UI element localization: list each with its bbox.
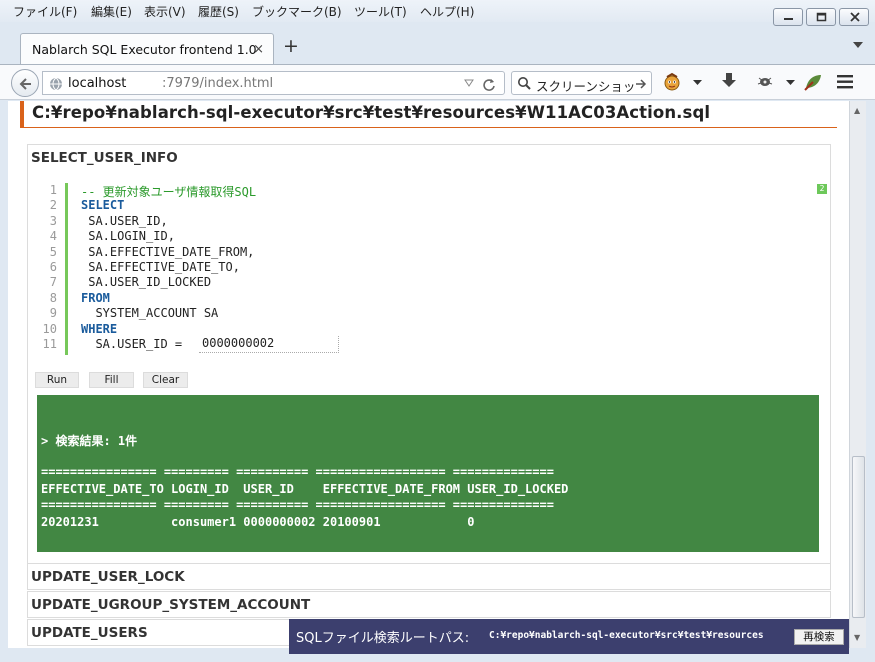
url-host: localhost: [68, 76, 127, 91]
statement-title[interactable]: UPDATE_USERS: [31, 625, 148, 641]
user-id-param-input[interactable]: 0000000002: [199, 336, 339, 353]
addon-dropdown-icon[interactable]: [693, 80, 702, 86]
code-text: SA.USER_ID_LOCKED: [81, 275, 212, 290]
statement-panel-update-ugroup-system-account[interactable]: UPDATE_UGROUP_SYSTEM_ACCOUNT: [27, 591, 831, 618]
clear-button[interactable]: Clear: [143, 372, 188, 388]
code-line: 11 SA.USER_ID = 0000000002: [38, 336, 818, 353]
line-number: 9: [49, 306, 57, 321]
code-line: 6 SA.EFFECTIVE_DATE_TO,: [38, 260, 818, 275]
tab-list-chevron-icon[interactable]: [853, 42, 863, 48]
code-line: 8 FROM: [38, 291, 818, 306]
scroll-down-arrow-icon[interactable]: ▼: [854, 633, 860, 642]
line-number: 8: [49, 290, 57, 305]
search-go-icon[interactable]: [635, 78, 647, 90]
fill-button[interactable]: Fill: [89, 372, 134, 388]
result-header-row: EFFECTIVE_DATE_TO LOGIN_ID USER_ID EFFEC…: [41, 482, 569, 496]
new-tab-button[interactable]: +: [283, 37, 299, 56]
code-text: SA.USER_ID =: [81, 337, 190, 351]
code-line: 9 SYSTEM_ACCOUNT SA: [38, 306, 818, 321]
sql-editor[interactable]: 1 -- 更新対象ユーザ情報取得SQL 2 SELECT 3 SA.USER_ID, 4 …: [38, 183, 828, 357]
reload-icon[interactable]: [482, 77, 496, 91]
code-text: FROM: [81, 290, 110, 305]
close-icon: [850, 12, 860, 22]
address-bar[interactable]: localhost :7979/index.html: [42, 71, 505, 95]
scroll-up-arrow-icon[interactable]: ▲: [854, 106, 860, 115]
tab-title: Nablarch SQL Executor frontend 1.0: [32, 42, 257, 57]
code-text: SELECT: [81, 198, 125, 213]
tab-sql-executor[interactable]: Nablarch SQL Executor frontend 1.0 ×: [20, 33, 274, 65]
file-header: C:¥repo¥nablarch-sql-executor¥src¥test¥r…: [20, 101, 837, 128]
result-summary: > 検索結果: 1件: [41, 434, 138, 448]
code-line: 3 SA.USER_ID,: [38, 214, 818, 229]
line-number: 4: [49, 229, 57, 244]
menu-edit[interactable]: 編集(E): [91, 3, 132, 20]
menu-bar: ファイル(F) 編集(E) 表示(V) 履歴(S) ブックマーク(B) ツール(…: [0, 0, 875, 22]
download-icon[interactable]: [721, 72, 737, 90]
line-number: 5: [49, 244, 57, 259]
research-button[interactable]: 再検索: [794, 629, 844, 645]
line-number: 6: [49, 260, 57, 274]
menu-history[interactable]: 履歴(S): [198, 3, 239, 20]
firebug-icon[interactable]: [756, 72, 774, 90]
search-root-path[interactable]: C:¥repo¥nablarch-sql-executor¥src¥test¥r…: [489, 630, 764, 641]
scrollbar-thumb[interactable]: [852, 456, 865, 618]
code-text: SA.LOGIN_ID,: [81, 229, 175, 244]
search-box[interactable]: スクリーンショッ: [511, 71, 652, 95]
maximize-icon: [816, 12, 827, 22]
code-line: 7 SA.USER_ID_LOCKED: [38, 275, 818, 290]
tab-strip: Nablarch SQL Executor frontend 1.0 × +: [0, 22, 875, 65]
code-line: 4 SA.LOGIN_ID,: [38, 229, 818, 244]
back-button[interactable]: [11, 69, 39, 97]
statement-title[interactable]: UPDATE_USER_LOCK: [31, 569, 185, 585]
url-dropdown-icon[interactable]: [464, 79, 474, 87]
line-number: 2: [49, 198, 57, 213]
line-number: 1: [49, 183, 57, 197]
line-number: 3: [49, 213, 57, 228]
code-text: SA.EFFECTIVE_DATE_FROM,: [81, 244, 255, 259]
page-viewport: C:¥repo¥nablarch-sql-executor¥src¥test¥r…: [8, 101, 849, 648]
code-line: 5 SA.EFFECTIVE_DATE_FROM,: [38, 245, 818, 260]
statement-panel-select-user-info: SELECT_USER_INFO 1 -- 更新対象ユーザ情報取得SQL 2 SELE…: [27, 144, 831, 564]
url-path: :7979/index.html: [162, 76, 274, 91]
param-count-badge: 2: [817, 184, 827, 194]
footer-label: SQLファイル検索ルートパス:: [296, 631, 470, 646]
line-number: 10: [42, 321, 57, 336]
statement-title[interactable]: UPDATE_UGROUP_SYSTEM_ACCOUNT: [31, 597, 310, 613]
line-number: 11: [42, 337, 57, 351]
search-icon: [518, 77, 531, 90]
code-text: WHERE: [81, 321, 118, 336]
code-text: SA.USER_ID,: [81, 213, 168, 228]
hamburger-menu-icon[interactable]: [837, 75, 853, 89]
statement-panel-update-user-lock[interactable]: UPDATE_USER_LOCK: [27, 563, 831, 590]
file-title: C:¥repo¥nablarch-sql-executor¥src¥test¥r…: [32, 103, 711, 122]
menu-file[interactable]: ファイル(F): [13, 3, 77, 20]
tab-close-icon[interactable]: ×: [253, 42, 264, 57]
result-separator-bottom: ================ ========= ========== ==…: [41, 498, 554, 512]
code-line: 10 WHERE: [38, 322, 818, 337]
addon-leaf-icon[interactable]: [803, 72, 823, 92]
menu-help[interactable]: ヘルプ(H): [420, 3, 474, 20]
code-text: SYSTEM_ACCOUNT SA: [81, 306, 219, 321]
code-text: SA.EFFECTIVE_DATE_TO,: [81, 260, 240, 274]
result-output: > 検索結果: 1件 ================ ========= ==…: [37, 395, 819, 552]
code-line: 1 -- 更新対象ユーザ情報取得SQL: [38, 183, 818, 199]
firebug-dropdown-icon[interactable]: [786, 80, 795, 86]
result-data-row: 20201231 consumer1 0000000002 20100901 0: [41, 515, 475, 529]
line-number: 7: [49, 275, 57, 290]
search-root-footer: SQLファイル検索ルートパス: C:¥repo¥nablarch-sql-exe…: [289, 619, 849, 654]
page-scrollbar[interactable]: ▲ ▼: [849, 101, 866, 648]
back-arrow-icon: [19, 78, 31, 90]
search-placeholder: スクリーンショッ: [536, 79, 636, 94]
result-separator-top: ================ ========= ========== ==…: [41, 465, 554, 479]
statement-title[interactable]: SELECT_USER_INFO: [31, 150, 178, 166]
code-line: 2 SELECT: [38, 198, 818, 213]
menu-view[interactable]: 表示(V): [144, 3, 186, 20]
minimize-icon: [784, 18, 793, 20]
globe-icon: [50, 77, 62, 91]
addon-face-icon[interactable]: [663, 72, 681, 92]
menu-bookmarks[interactable]: ブックマーク(B): [252, 3, 342, 20]
menu-tools[interactable]: ツール(T): [354, 3, 407, 20]
run-button[interactable]: Run: [35, 372, 79, 388]
navigation-bar: localhost :7979/index.html スクリーンショッ: [0, 64, 875, 100]
